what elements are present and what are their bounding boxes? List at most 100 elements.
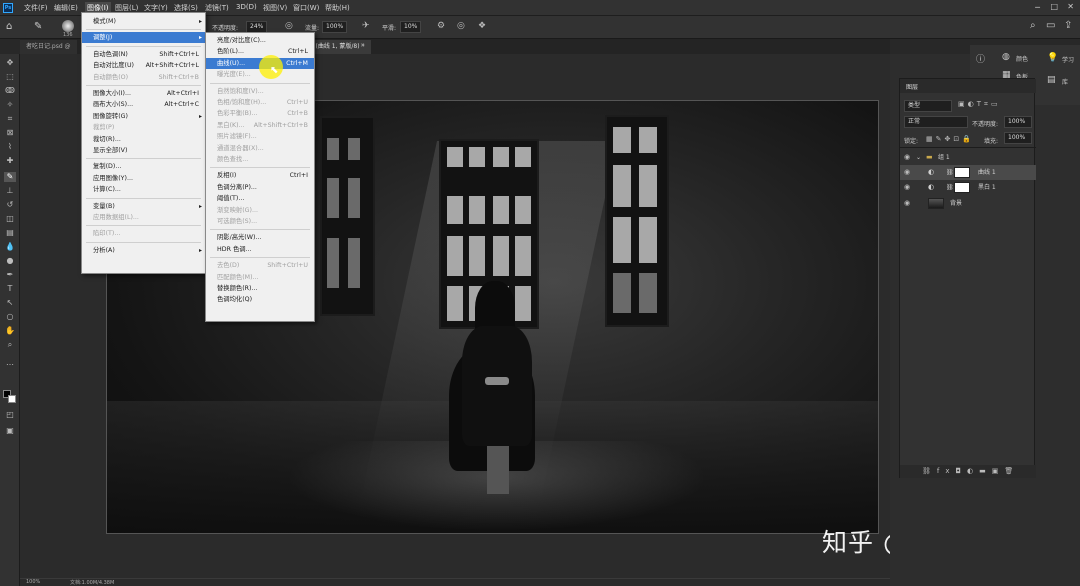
background-color-swatch[interactable] bbox=[8, 395, 16, 403]
maximize-icon[interactable]: □ bbox=[1050, 2, 1058, 11]
color-panel-icon[interactable]: ◍ bbox=[1002, 52, 1010, 62]
share-icon[interactable]: ⇪ bbox=[1064, 20, 1072, 31]
menu-item[interactable]: 色调分离(P)... bbox=[206, 182, 314, 193]
healing-brush-icon[interactable]: ✚ bbox=[4, 156, 16, 166]
group-chevron-icon[interactable]: ⌄ bbox=[916, 150, 921, 165]
pressure-size-icon[interactable]: ◎ bbox=[457, 21, 465, 31]
smoothing-options-icon[interactable]: ⚙ bbox=[437, 21, 445, 31]
blend-mode-select[interactable]: 正常 bbox=[904, 116, 968, 128]
layer-filter-icons[interactable]: ▣◐T⌗▭ bbox=[958, 100, 1001, 109]
menu-8[interactable]: 视图(V) bbox=[263, 3, 287, 13]
layer-mask-thumbnail[interactable] bbox=[954, 167, 970, 178]
zoom-tool-icon[interactable]: ⌕ bbox=[4, 340, 16, 350]
visibility-eye-icon[interactable]: ◉ bbox=[904, 165, 910, 180]
eraser-icon[interactable]: ◫ bbox=[4, 214, 16, 224]
quick-mask-icon[interactable]: ◰ bbox=[4, 410, 16, 420]
dodge-icon[interactable]: ● bbox=[4, 256, 16, 266]
visibility-eye-icon[interactable]: ◉ bbox=[904, 196, 910, 211]
close-icon[interactable]: ✕ bbox=[1067, 2, 1074, 11]
menu-6[interactable]: 滤镜(T) bbox=[205, 3, 229, 13]
layer-opacity-field[interactable]: 100% bbox=[1004, 116, 1032, 128]
menu-item[interactable]: 模式(M) ▸ bbox=[82, 16, 205, 27]
shape-tool-icon[interactable]: ○ bbox=[4, 312, 16, 322]
brush-tool-icon[interactable]: ✎ bbox=[4, 172, 16, 182]
menu-item[interactable]: 亮度/对比度(C)... bbox=[206, 35, 314, 46]
layer-row-background[interactable]: ◉ 背景 bbox=[900, 196, 1036, 211]
menu-7[interactable]: 3D(D) bbox=[236, 3, 257, 11]
menu-item[interactable]: 色阶(L)... Ctrl+L bbox=[206, 46, 314, 57]
menu-item[interactable]: 画布大小(S)... Alt+Ctrl+C bbox=[82, 99, 205, 110]
menu-item[interactable]: 自动对比度(U) Alt+Shift+Ctrl+L bbox=[82, 60, 205, 71]
menu-item[interactable]: 反相(I) Ctrl+I bbox=[206, 170, 314, 181]
flow-field[interactable]: 100% bbox=[322, 21, 348, 33]
brush-preset-icon[interactable] bbox=[62, 20, 74, 32]
lock-icons[interactable]: ▦✎✥⊡🔒 bbox=[926, 135, 974, 143]
menu-0[interactable]: 文件(F) bbox=[24, 3, 48, 13]
info-icon[interactable]: ⓘ bbox=[976, 52, 985, 65]
magic-wand-icon[interactable]: ✧ bbox=[4, 100, 16, 110]
screen-mode-icon[interactable]: ▣ bbox=[4, 426, 16, 436]
visibility-eye-icon[interactable]: ◉ bbox=[904, 180, 910, 195]
menu-9[interactable]: 窗口(W) bbox=[293, 3, 319, 13]
color-panel-label[interactable]: 颜色 bbox=[1016, 54, 1028, 63]
learn-icon[interactable]: 💡 bbox=[1047, 53, 1058, 63]
tab-document-1[interactable]: 者吃日记.psd @ bbox=[20, 40, 77, 54]
minimize-icon[interactable]: ─ bbox=[1035, 3, 1040, 12]
layer-thumbnail[interactable] bbox=[928, 198, 944, 209]
pressure-opacity-icon[interactable]: ◎ bbox=[285, 21, 293, 31]
menu-item[interactable]: 阴影/高光(W)... bbox=[206, 232, 314, 243]
menu-item[interactable]: 色调均化(Q) bbox=[206, 294, 314, 305]
airbrush-icon[interactable]: ✈ bbox=[362, 21, 370, 31]
menu-item[interactable]: 图像旋转(G) ▸ bbox=[82, 111, 205, 122]
workspace-icon[interactable]: ▭ bbox=[1046, 20, 1055, 31]
menu-item[interactable]: 应用图像(Y)... bbox=[82, 173, 205, 184]
menu-item[interactable]: 显示全部(V) bbox=[82, 145, 205, 156]
search-icon[interactable]: ⌕ bbox=[1030, 20, 1036, 31]
home-icon[interactable]: ⌂ bbox=[6, 21, 12, 32]
menu-item[interactable]: 阈值(T)... bbox=[206, 193, 314, 204]
blur-icon[interactable]: 💧 bbox=[4, 242, 16, 252]
menu-10[interactable]: 帮助(H) bbox=[325, 3, 350, 13]
marquee-tool-icon[interactable]: ⬚ bbox=[4, 72, 16, 82]
layer-actions-icons[interactable]: ⛓fx◘◐▬▣🗑 bbox=[922, 467, 1019, 475]
more-tools-icon[interactable]: … bbox=[4, 358, 16, 368]
menu-item[interactable]: 替换颜色(R)... bbox=[206, 283, 314, 294]
tab-close-icon[interactable]: × bbox=[360, 42, 365, 49]
layer-mask-thumbnail[interactable] bbox=[954, 182, 970, 193]
hand-tool-icon[interactable]: ✋ bbox=[4, 326, 16, 336]
path-select-icon[interactable]: ↖ bbox=[4, 298, 16, 308]
layer-row-curves[interactable]: ◉ ◐ ⛓ 曲线 1 bbox=[900, 165, 1036, 180]
layer-row-group[interactable]: ◉ ⌄ ▬ 组 1 bbox=[900, 150, 1036, 165]
crop-tool-icon[interactable]: ⌗ bbox=[4, 114, 16, 124]
menu-1[interactable]: 编辑(E) bbox=[54, 3, 78, 13]
libraries-label[interactable]: 库 bbox=[1062, 77, 1068, 86]
layer-filter-select[interactable]: 类型 bbox=[904, 100, 952, 112]
menu-item[interactable]: 自动色调(N) Shift+Ctrl+L bbox=[82, 49, 205, 60]
menu-item[interactable]: 复制(D)... bbox=[82, 161, 205, 172]
layers-panel-title[interactable]: 图层 bbox=[906, 82, 918, 91]
menu-item[interactable]: 计算(C)... bbox=[82, 184, 205, 195]
layer-fill-field[interactable]: 100% bbox=[1004, 132, 1032, 144]
frame-tool-icon[interactable]: ⊠ bbox=[4, 128, 16, 138]
layer-row-bw[interactable]: ◉ ◐ ⛓ 黑白 1 bbox=[900, 180, 1036, 195]
move-tool-icon[interactable]: ✥ bbox=[4, 58, 16, 68]
visibility-eye-icon[interactable]: ◉ bbox=[904, 150, 910, 165]
brush-tool-icon[interactable]: ✎ bbox=[34, 21, 42, 32]
menu-item[interactable]: 变量(B) ▸ bbox=[82, 201, 205, 212]
menu-item[interactable]: 调整(J) ▸ bbox=[82, 32, 205, 44]
learn-label[interactable]: 学习 bbox=[1062, 55, 1074, 64]
eyedropper-icon[interactable]: ⌇ bbox=[4, 142, 16, 152]
clone-stamp-icon[interactable]: ⊥ bbox=[4, 186, 16, 196]
libraries-icon[interactable]: ▤ bbox=[1047, 75, 1056, 85]
pen-tool-icon[interactable]: ✒ bbox=[4, 270, 16, 280]
type-tool-icon[interactable]: T bbox=[4, 284, 16, 294]
history-brush-icon[interactable]: ↺ bbox=[4, 200, 16, 210]
gradient-icon[interactable]: ▤ bbox=[4, 228, 16, 238]
lasso-tool-icon[interactable]: ↂ bbox=[4, 86, 16, 96]
menu-item[interactable]: 裁切(R)... bbox=[82, 134, 205, 145]
menu-item[interactable]: 分析(A) ▸ bbox=[82, 245, 205, 256]
menu-item[interactable]: HDR 色调... bbox=[206, 244, 314, 255]
symmetry-icon[interactable]: ❖ bbox=[478, 21, 486, 31]
smoothing-field[interactable]: 10% bbox=[400, 21, 422, 33]
menu-item[interactable]: 图像大小(I)... Alt+Ctrl+I bbox=[82, 88, 205, 99]
